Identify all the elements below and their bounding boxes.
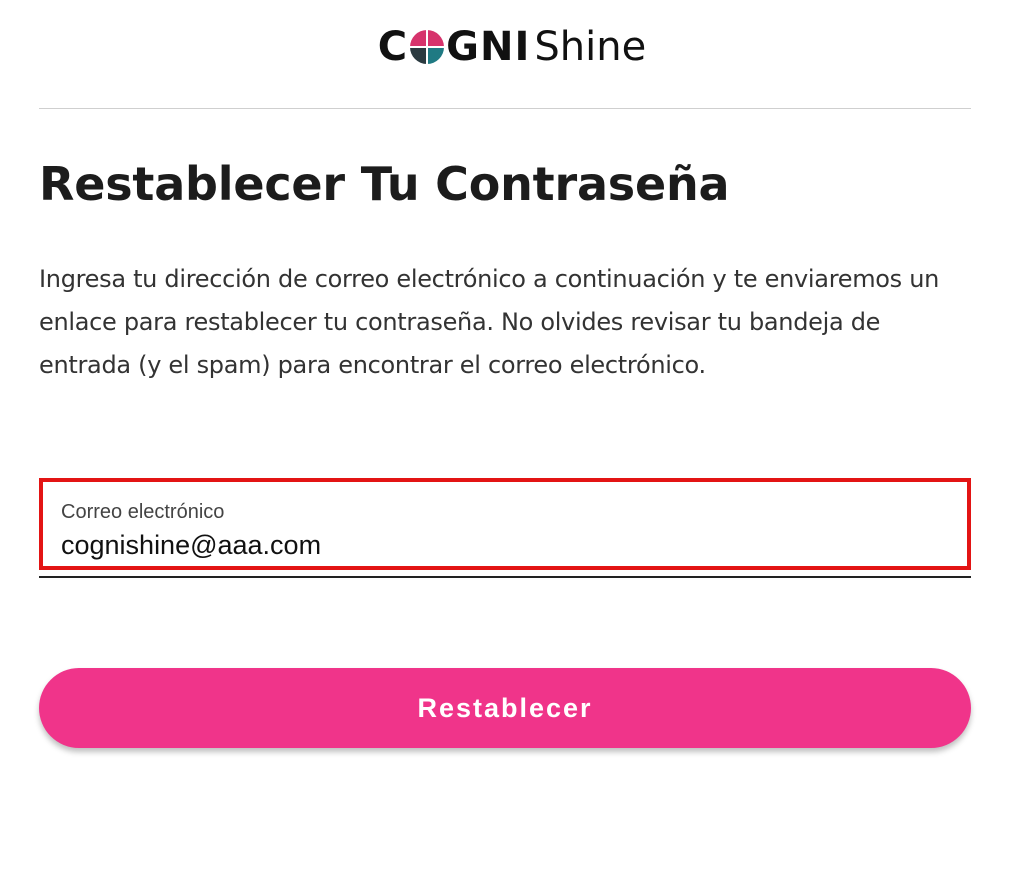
email-field-label: Correo electrónico <box>61 501 225 523</box>
page-title: Restablecer Tu Contraseña <box>39 157 730 211</box>
email-input[interactable] <box>61 528 941 562</box>
reset-button[interactable]: Restablecer <box>39 668 971 748</box>
logo: C GNI Shine <box>0 22 1024 72</box>
page-description: Ingresa tu dirección de correo electróni… <box>39 265 940 379</box>
cognishine-logo: C GNI Shine <box>378 22 646 72</box>
logo-text-shine: Shine <box>534 24 647 70</box>
email-field[interactable]: Correo electrónico <box>39 478 971 578</box>
logo-text-c: C <box>377 24 409 70</box>
reset-password-page: C GNI Shine Restablecer Tu Contraseña In… <box>0 0 1024 874</box>
logo-quadrant-circle-icon <box>409 29 446 65</box>
header-divider <box>39 108 971 109</box>
logo-text-gni: GNI <box>446 24 531 70</box>
email-field-underline <box>39 576 971 578</box>
